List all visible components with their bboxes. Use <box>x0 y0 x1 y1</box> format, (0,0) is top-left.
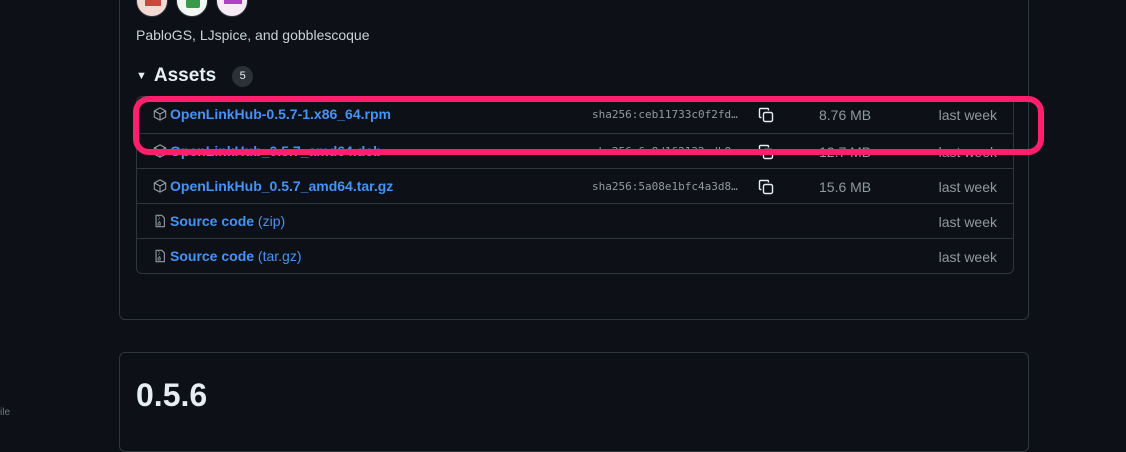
asset-date: last week <box>938 179 997 195</box>
package-icon <box>153 107 167 121</box>
release-card: PabloGS, LJspice, and gobblescoque ▼ Ass… <box>119 0 1029 320</box>
asset-row: Source code (zip) last week <box>137 203 1013 238</box>
asset-date: last week <box>938 249 997 265</box>
package-icon <box>153 179 167 193</box>
contributors-text: PabloGS, LJspice, and gobblescoque <box>136 27 370 43</box>
assets-toggle[interactable]: ▼ Assets 5 <box>136 65 254 87</box>
source-code-link[interactable]: Source code (zip) <box>170 213 285 229</box>
asset-size: 15.6 MB <box>819 179 872 195</box>
release-card-next: 0.5.6 <box>119 352 1029 452</box>
copy-icon[interactable] <box>758 144 774 160</box>
asset-size: 8.76 MB <box>819 107 872 123</box>
assets-title: Assets <box>153 65 217 86</box>
triangle-down-icon: ▼ <box>136 70 147 82</box>
asset-date: last week <box>938 214 997 230</box>
asset-date: last week <box>938 107 997 123</box>
avatar[interactable] <box>216 0 248 17</box>
package-icon <box>153 144 167 158</box>
asset-date: last week <box>938 144 997 160</box>
asset-row: Source code (tar.gz) last week <box>137 238 1013 273</box>
edge-text: ile <box>0 407 11 418</box>
asset-size: 12.7 MB <box>819 144 872 160</box>
asset-sha: sha256:ceb11733c0f2fd… <box>592 108 738 121</box>
avatar[interactable] <box>136 0 168 17</box>
assets-count-badge: 5 <box>232 65 254 87</box>
asset-link[interactable]: OpenLinkHub_0.5.7_amd64.deb <box>170 143 382 159</box>
source-code-link[interactable]: Source code (tar.gz) <box>170 248 302 264</box>
asset-link[interactable]: OpenLinkHub_0.5.7_amd64.tar.gz <box>170 178 393 194</box>
asset-link[interactable]: OpenLinkHub-0.5.7-1.x86_64.rpm <box>170 106 391 122</box>
copy-icon[interactable] <box>758 179 774 195</box>
asset-row: OpenLinkHub_0.5.7_amd64.tar.gz sha256:5a… <box>137 168 1013 203</box>
avatar[interactable] <box>176 0 208 17</box>
asset-row: OpenLinkHub_0.5.7_amd64.deb sha256:6c8d1… <box>137 133 1013 168</box>
file-zip-icon <box>155 214 165 228</box>
asset-sha: sha256:6c8d162132cdb8… <box>592 145 738 158</box>
assets-list: OpenLinkHub-0.5.7-1.x86_64.rpm sha256:ce… <box>136 96 1014 274</box>
asset-row: OpenLinkHub-0.5.7-1.x86_64.rpm sha256:ce… <box>137 97 1013 133</box>
release-version-title[interactable]: 0.5.6 <box>136 377 207 414</box>
file-zip-icon <box>155 249 165 263</box>
asset-sha: sha256:5a08e1bfc4a3d8… <box>592 180 738 193</box>
copy-icon[interactable] <box>758 107 774 123</box>
